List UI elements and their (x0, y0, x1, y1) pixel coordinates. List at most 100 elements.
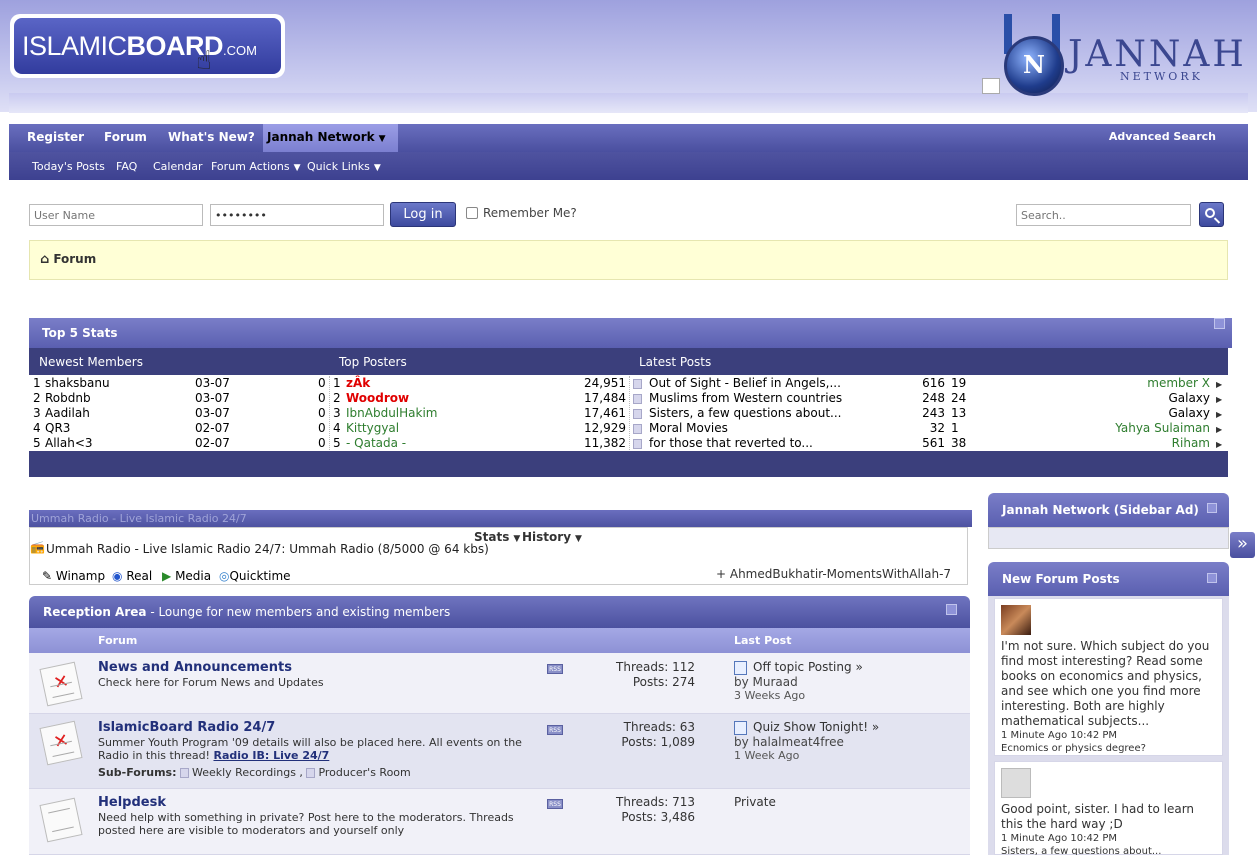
now-playing: + AhmedBukhatir-MomentsWithAllah-7 (716, 567, 952, 581)
thread-icon (633, 421, 645, 436)
nav-quick-links[interactable]: Quick Links ▼ (307, 160, 381, 173)
last-post-title[interactable]: Off topic Posting (753, 660, 852, 674)
subforum-weekly-recordings[interactable]: Weekly Recordings (192, 766, 296, 779)
nav-forum[interactable]: Forum (104, 130, 147, 144)
breadcrumb-forum[interactable]: Forum (53, 252, 96, 266)
nav-whats-new[interactable]: What's New? (168, 130, 255, 144)
nav-faq[interactable]: FAQ (116, 160, 137, 173)
forum-threads: Threads: 112 (616, 660, 695, 674)
forum-row: Helpdesk Need help with something in pri… (29, 789, 970, 855)
rss-icon[interactable]: RSS (547, 664, 563, 674)
reception-area-header[interactable]: Reception Area - Lounge for new members … (29, 596, 970, 628)
nav-calendar[interactable]: Calendar (153, 160, 202, 173)
nav-register[interactable]: Register (27, 130, 84, 144)
latest-post-title[interactable]: for those that reverted to... (649, 436, 813, 451)
latest-post-user[interactable]: Riham (1020, 436, 1210, 451)
newest-date: 02-07 (195, 421, 230, 435)
top-poster[interactable]: Kittygyal (346, 421, 399, 436)
media-player[interactable]: ▶ Media (162, 569, 211, 583)
poster-rank: 3 (333, 406, 341, 420)
newest-member[interactable]: Allah<3 (45, 436, 93, 451)
collapse-icon[interactable] (1207, 503, 1217, 513)
go-last-post-icon[interactable]: » (855, 660, 862, 674)
newest-member[interactable]: shaksbanu (45, 376, 110, 391)
password-input[interactable] (210, 204, 384, 226)
latest-post-title[interactable]: Out of Sight - Belief in Angels,... (649, 376, 841, 391)
radio-station[interactable]: Ummah Radio - Live Islamic Radio 24/7: U… (46, 542, 489, 556)
latest-post-user[interactable]: Yahya Sulaiman (1020, 421, 1210, 436)
subforums: Sub-Forums: Weekly Recordings , Producer… (98, 766, 411, 779)
radio-ib-link[interactable]: Radio IB: Live 24/7 (213, 749, 329, 762)
sidebar-post[interactable]: Good point, sister. I had to learn this … (994, 761, 1223, 855)
sidebar-post[interactable]: I'm not sure. Which subject do you find … (994, 598, 1223, 756)
latest-post-title[interactable]: Sisters, a few questions about... (649, 406, 842, 421)
islamicboard-logo[interactable]: ISLAMICBOARD.COM (10, 14, 285, 78)
rss-icon[interactable]: RSS (547, 725, 563, 735)
login-button[interactable]: Log in (390, 202, 456, 227)
nav-forum-actions-label: Forum Actions (211, 160, 290, 173)
sidebar-toggle-icon[interactable]: » (1230, 532, 1255, 558)
arrow-right-icon[interactable]: ▶ (1216, 437, 1222, 452)
sidebar-post-time: 1 Minute Ago 10:42 PM (1001, 833, 1118, 844)
top-poster[interactable]: zÂk (346, 376, 370, 391)
advanced-search-link[interactable]: Advanced Search (1109, 130, 1216, 143)
radio-history-dropdown[interactable]: History ▼ (522, 530, 582, 544)
arrow-right-icon[interactable]: ▶ (1216, 392, 1222, 407)
chevron-down-icon: ▼ (378, 134, 386, 144)
latest-post-user[interactable]: member X (1020, 376, 1210, 391)
latest-post-replies: 13 (951, 406, 967, 420)
col-latest-posts: Latest Posts (639, 355, 712, 369)
forum-last-post: Off topic Posting » by Muraad 3 Weeks Ag… (734, 660, 863, 702)
sidebar-ad-header: Jannah Network (Sidebar Ad) (988, 493, 1229, 527)
latest-post-title[interactable]: Muslims from Western countries (649, 391, 842, 406)
arrow-right-icon[interactable]: ▶ (1216, 377, 1222, 392)
forum-no-new-posts-icon (39, 797, 83, 843)
last-post-by[interactable]: by halalmeat4free (734, 735, 879, 749)
real-player[interactable]: ◉ Real (112, 569, 152, 583)
newest-member[interactable]: Robdnb (45, 391, 91, 406)
search-button[interactable] (1199, 202, 1224, 227)
newest-member[interactable]: Aadilah (45, 406, 90, 421)
newest-member[interactable]: QR3 (45, 421, 70, 436)
latest-post-user[interactable]: Galaxy (1020, 406, 1210, 421)
forum-title[interactable]: IslamicBoard Radio 24/7 (98, 720, 275, 735)
remember-me-checkbox[interactable] (466, 207, 478, 219)
top-poster[interactable]: IbnAbdulHakim (346, 406, 438, 421)
section-title: Reception Area (43, 605, 147, 619)
latest-post-title[interactable]: Moral Movies (649, 421, 728, 436)
sidebar-post-thread[interactable]: Ecnomics or physics degree? (1001, 742, 1216, 755)
latest-post-user[interactable]: Galaxy (1020, 391, 1210, 406)
last-post-by[interactable]: by Muraad (734, 675, 863, 689)
newest-rank: 1 (33, 376, 41, 390)
winamp-player[interactable]: ✎ Winamp (42, 569, 105, 583)
arrow-right-icon[interactable]: ▶ (1216, 422, 1222, 437)
username-input[interactable] (29, 204, 203, 226)
real-label: Real (126, 569, 153, 583)
poster-count: 12,929 (584, 421, 626, 435)
go-last-post-icon[interactable]: » (872, 720, 879, 734)
top-poster[interactable]: Woodrow (346, 391, 409, 406)
nav-jannah-network[interactable]: Jannah Network ▼ (263, 124, 398, 152)
newest-rank: 5 (33, 436, 41, 450)
subforum-producers-room[interactable]: Producer's Room (318, 766, 410, 779)
home-icon[interactable]: ⌂ (40, 252, 49, 267)
nav-quick-links-label: Quick Links (307, 160, 370, 173)
forum-title[interactable]: Helpdesk (98, 795, 166, 810)
top-poster[interactable]: - Qatada - (346, 436, 406, 451)
collapse-icon[interactable] (946, 604, 957, 615)
quicktime-player[interactable]: ◎Quicktime (219, 569, 291, 583)
forum-stats: Threads: 112 Posts: 274 (575, 660, 695, 690)
last-post-title[interactable]: Quiz Show Tonight! (753, 720, 868, 734)
arrow-right-icon[interactable]: ▶ (1216, 407, 1222, 422)
thread-icon (633, 436, 645, 451)
forum-title[interactable]: News and Announcements (98, 660, 292, 675)
search-input[interactable] (1016, 204, 1191, 226)
collapse-icon[interactable] (1207, 573, 1217, 583)
jannah-network-logo[interactable]: N (1004, 36, 1064, 96)
nav-todays-posts[interactable]: Today's Posts (32, 160, 105, 173)
forum-new-posts-icon: ✕ (39, 720, 83, 766)
collapse-icon[interactable] (1214, 318, 1225, 329)
nav-forum-actions[interactable]: Forum Actions ▼ (211, 160, 300, 173)
sidebar-post-thread[interactable]: Sisters, a few questions about... (1001, 845, 1216, 855)
rss-icon[interactable]: RSS (547, 799, 563, 809)
